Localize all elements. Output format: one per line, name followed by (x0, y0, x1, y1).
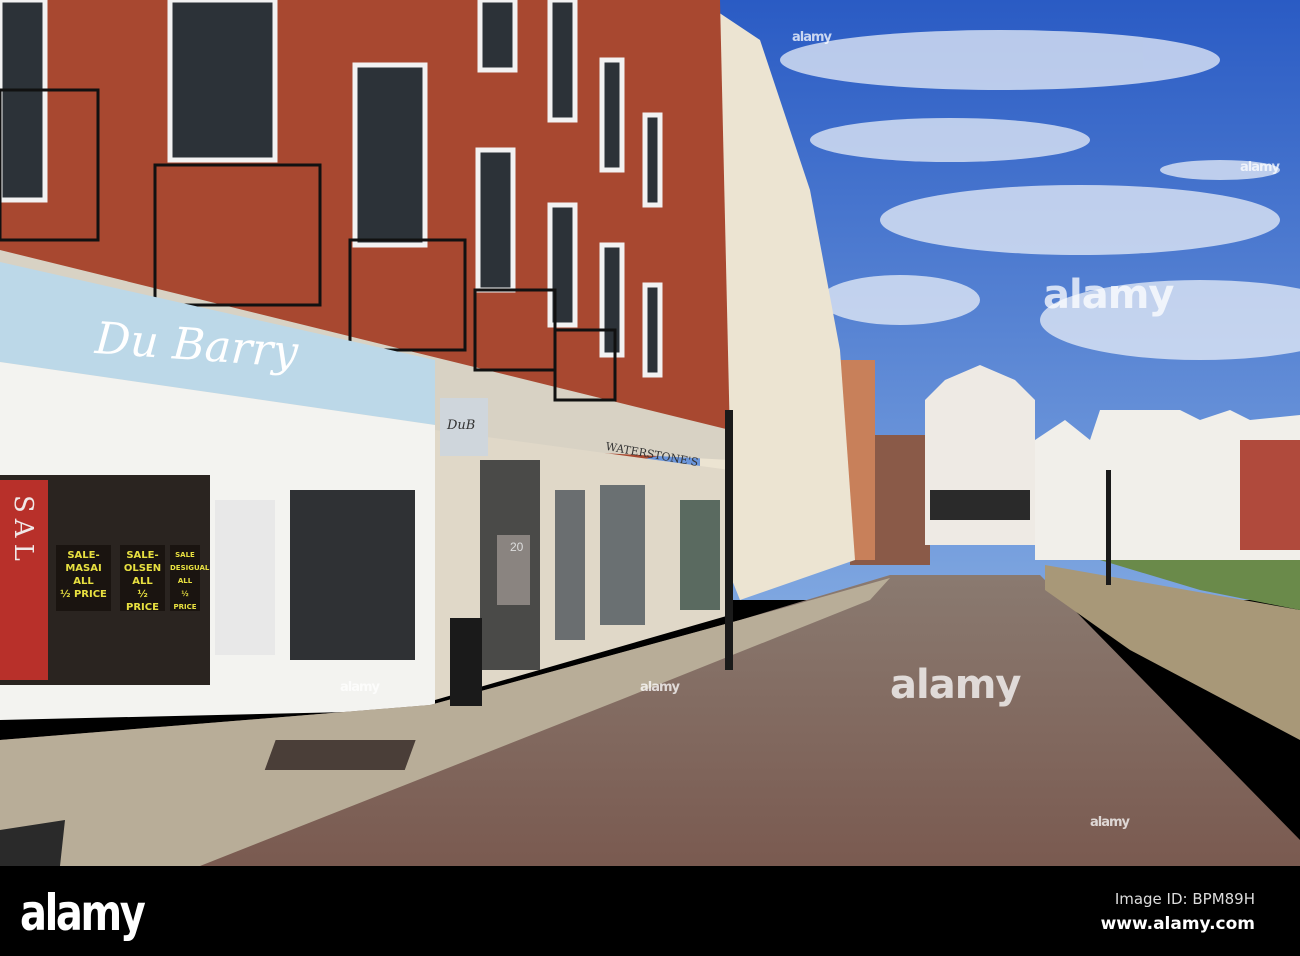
sale-card: SALE- MASAI ALL ½ PRICE (56, 545, 111, 611)
lamp-post (725, 410, 733, 670)
door-number: 20 (510, 540, 524, 554)
website-link[interactable]: www.alamy.com (1101, 914, 1255, 934)
street-illustration (0, 0, 1300, 866)
watermark: alamy (640, 680, 680, 695)
watermark: alamy (1043, 272, 1174, 318)
alamy-logo: alamy (20, 884, 146, 942)
sale-card-line: ½ PRICE (173, 590, 197, 611)
sale-card-line: ALL (132, 576, 153, 587)
sale-card-line: SALE (175, 551, 195, 559)
sale-card-line: SALE- (126, 550, 159, 561)
sale-card-line: SALE- (67, 550, 100, 561)
watermark: alamy (340, 680, 380, 695)
bin (450, 618, 482, 706)
watermark: alamy (1240, 160, 1280, 175)
window-sale-letters: SAL (8, 495, 38, 567)
sale-card-line: ALL (177, 577, 193, 585)
watermark: alamy (1090, 815, 1130, 830)
sale-card: SALE DESIGUAL ALL ½ PRICE (170, 545, 210, 611)
sale-card-line: MASAI (65, 563, 102, 574)
footer-bar: alamy Image ID: BPM89H www.alamy.com (0, 866, 1300, 956)
sale-card-line: ½ PRICE (126, 589, 159, 613)
sale-card-line: OLSEN (123, 563, 162, 574)
image-id: Image ID: BPM89H (1114, 890, 1255, 908)
sale-card-line: ½ PRICE (60, 589, 107, 600)
sale-card-line: ALL (73, 576, 94, 587)
watermark: alamy (792, 30, 832, 45)
watermark: alamy (890, 662, 1021, 708)
sale-card-line: DESIGUAL (170, 564, 210, 572)
photo-scene: Du Barry DuB WATERSTONE'S 20 SAL SALE- MA… (0, 0, 1300, 866)
sale-card: SALE- OLSEN ALL ½ PRICE (120, 545, 165, 613)
hanging-sign: DuB (447, 418, 476, 433)
